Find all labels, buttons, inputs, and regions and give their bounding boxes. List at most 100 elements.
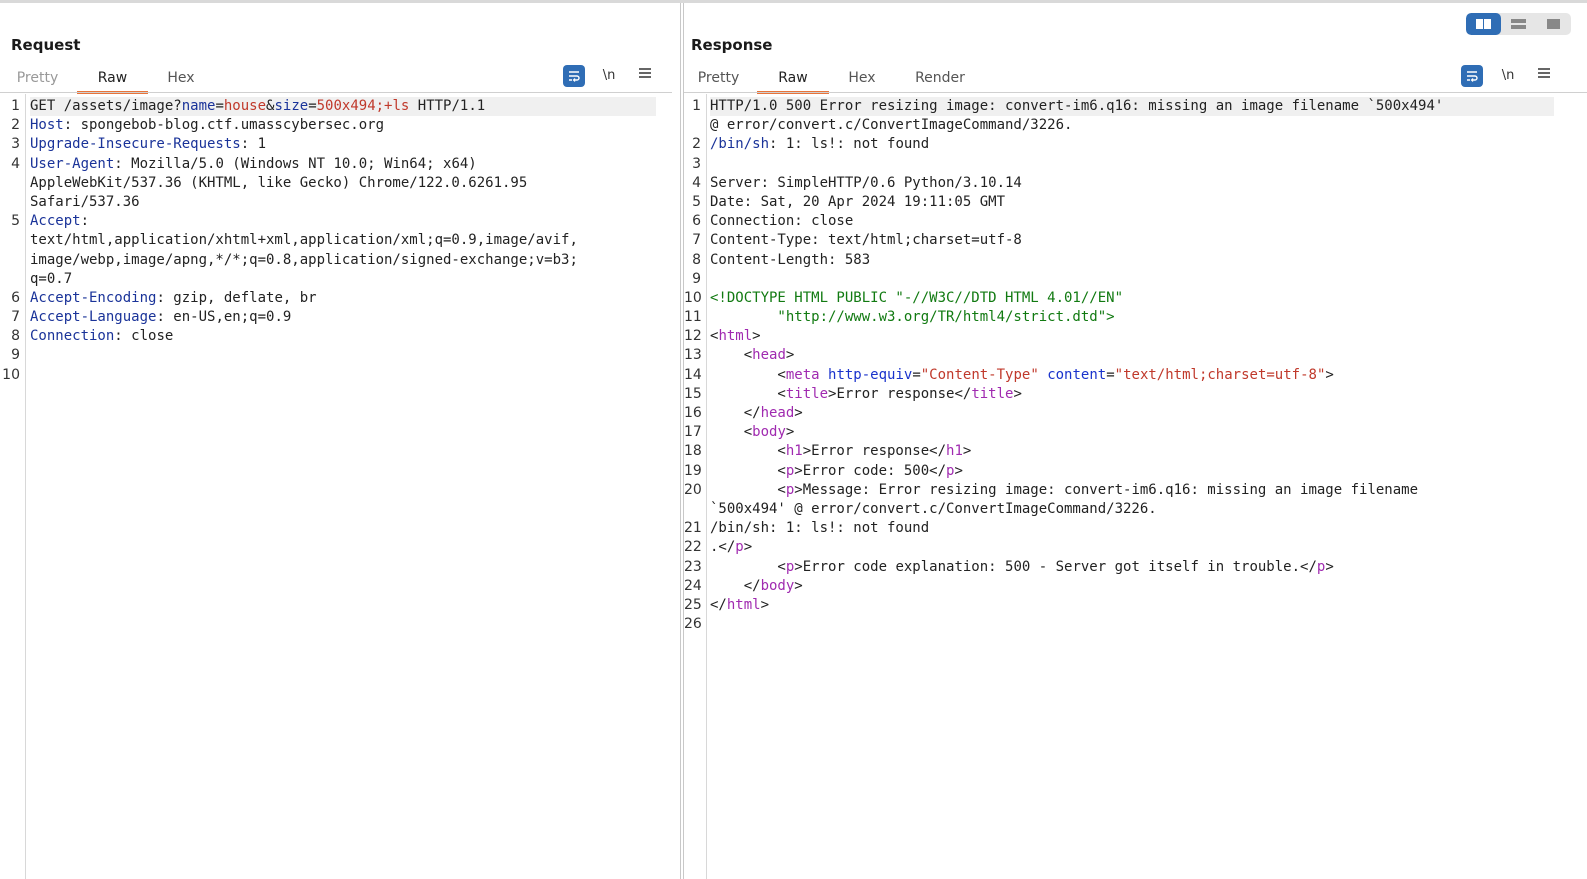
line-number: 23 [684,558,702,575]
line-number: 17 [684,424,702,441]
menu-icon[interactable] [634,65,656,87]
html-line: <head> [710,347,795,364]
tab-raw[interactable]: Raw [757,67,829,94]
tab-raw[interactable]: Raw [77,67,148,94]
header-line: Content-Type: text/html;charset=utf-8 [710,232,1022,249]
tab-pretty[interactable]: Pretty [10,67,65,91]
line-number: 16 [684,405,702,421]
line-number: 25 [684,596,702,613]
line-number: 4 [11,155,20,172]
html-line: <html> [710,328,761,345]
header-line: Server: SimpleHTTP/0.6 Python/3.10.14 [710,174,1022,191]
tab-divider [0,92,672,93]
response-title: Response [691,36,773,54]
response-editor[interactable]: 1 HTTP/1.0 500 Error resizing image: conv… [684,97,1587,634]
line-number: 6 [692,213,701,230]
wrap-lines-icon[interactable] [563,65,585,87]
header-line: /bin/sh: 1: ls!: not found [710,136,930,153]
header-line-wrap: text/html,application/xhtml+xml,applicat… [30,232,578,249]
html-line: /bin/sh: 1: ls!: not found [710,520,930,537]
header-line: Connection: close [710,213,854,230]
html-line: <meta http-equiv="Content-Type" content=… [710,366,1334,383]
status-line-wrap: @ error/convert.c/ConvertImageCommand/32… [710,117,1073,134]
line-number: 8 [692,251,701,268]
html-line: <body> [710,424,795,441]
line-number: 3 [11,136,20,153]
doctype-line: <!DOCTYPE HTML PUBLIC "-//W3C//DTD HTML … [710,289,1124,306]
header-line: Content-Length: 583 [710,251,871,268]
line-number: 11 [684,309,702,326]
split-vertical-icon[interactable] [1501,13,1536,35]
request-title: Request [11,36,81,54]
status-line: HTTP/1.0 500 Error resizing image: conve… [710,97,1554,117]
line-number: 2 [11,117,20,134]
split-horizontal-icon[interactable] [1466,13,1501,35]
header-line: Upgrade-Insecure-Requests: 1 [30,136,267,153]
line-number: 14 [684,366,702,383]
line-number: 9 [692,270,701,287]
doctype-line: "http://www.w3.org/TR/html4/strict.dtd"> [710,309,1115,326]
line-number: 6 [11,289,20,306]
html-line: </html> [710,596,770,613]
header-line-wrap: AppleWebKit/537.36 (KHTML, like Gecko) C… [30,174,528,191]
header-line: Accept: [30,213,90,230]
html-line: .</p> [710,539,753,556]
request-line: GET /assets/image?name=house&size=500x49… [30,97,656,117]
header-line-wrap: q=0.7 [30,270,73,287]
line-number: 19 [684,462,702,479]
line-number: 3 [692,155,701,172]
header-line: Host: spongebob-blog.ctf.umasscybersec.o… [30,117,385,134]
line-number: 10 [684,289,702,306]
header-line: Accept-Encoding: gzip, deflate, br [30,289,317,306]
line-number: 1 [11,98,20,114]
tab-hex[interactable]: Hex [158,67,204,91]
header-line-wrap: image/webp,image/apng,*/*;q=0.8,applicat… [30,251,578,268]
header-line: Accept-Language: en-US,en;q=0.9 [30,309,292,326]
line-number: 9 [11,347,20,364]
line-number: 24 [684,577,702,594]
line-number: 10 [2,366,20,383]
line-number: 18 [684,443,702,460]
request-panel: Request Pretty Raw Hex \n 1 GET /assets/i… [0,3,681,879]
html-line: </head> [710,405,803,421]
wrap-lines-icon[interactable] [1461,65,1483,87]
line-number: 2 [692,136,701,153]
line-number: 22 [684,539,702,556]
header-line: Connection: close [30,328,174,345]
response-tabs: Pretty Raw Hex Render [684,67,1587,94]
html-line: <h1>Error response</h1> [710,443,972,460]
line-number: 21 [684,520,702,537]
line-number: 7 [692,232,701,249]
line-number: 5 [692,193,701,210]
newline-toggle-button[interactable]: \n [1497,65,1519,87]
line-number: 8 [11,328,20,345]
html-line: <p>Message: Error resizing image: conver… [710,481,1419,498]
line-number: 20 [684,481,702,498]
menu-icon[interactable] [1533,65,1555,87]
tab-hex[interactable]: Hex [839,67,885,91]
line-number: 5 [11,213,20,230]
header-line: User-Agent: Mozilla/5.0 (Windows NT 10.0… [30,155,477,172]
request-editor[interactable]: 1 GET /assets/image?name=house&size=500x4… [0,97,680,385]
layout-toggle [1466,13,1571,35]
single-pane-icon[interactable] [1536,13,1571,35]
html-line: <p>Error code explanation: 500 - Server … [710,558,1334,575]
html-line: </body> [710,577,803,594]
header-line: Date: Sat, 20 Apr 2024 19:11:05 GMT [710,193,1006,210]
html-line: <title>Error response</title> [710,385,1022,402]
html-line-wrap: `500x494' @ error/convert.c/ConvertImage… [710,500,1157,517]
html-line: <p>Error code: 500</p> [710,462,963,479]
tab-divider [684,92,1587,93]
line-number: 1 [692,98,701,114]
response-panel: Response Pretty Raw Hex Render \n 1 HTTP/… [683,3,1587,879]
line-number: 4 [692,174,701,191]
line-number: 7 [11,309,20,326]
line-number: 13 [684,347,702,364]
line-number: 26 [684,616,702,633]
newline-toggle-button[interactable]: \n [598,65,620,87]
line-number: 12 [684,328,702,345]
header-line-wrap: Safari/537.36 [30,193,140,210]
line-number: 15 [684,385,702,402]
tab-pretty[interactable]: Pretty [691,67,746,91]
tab-render[interactable]: Render [906,67,974,91]
